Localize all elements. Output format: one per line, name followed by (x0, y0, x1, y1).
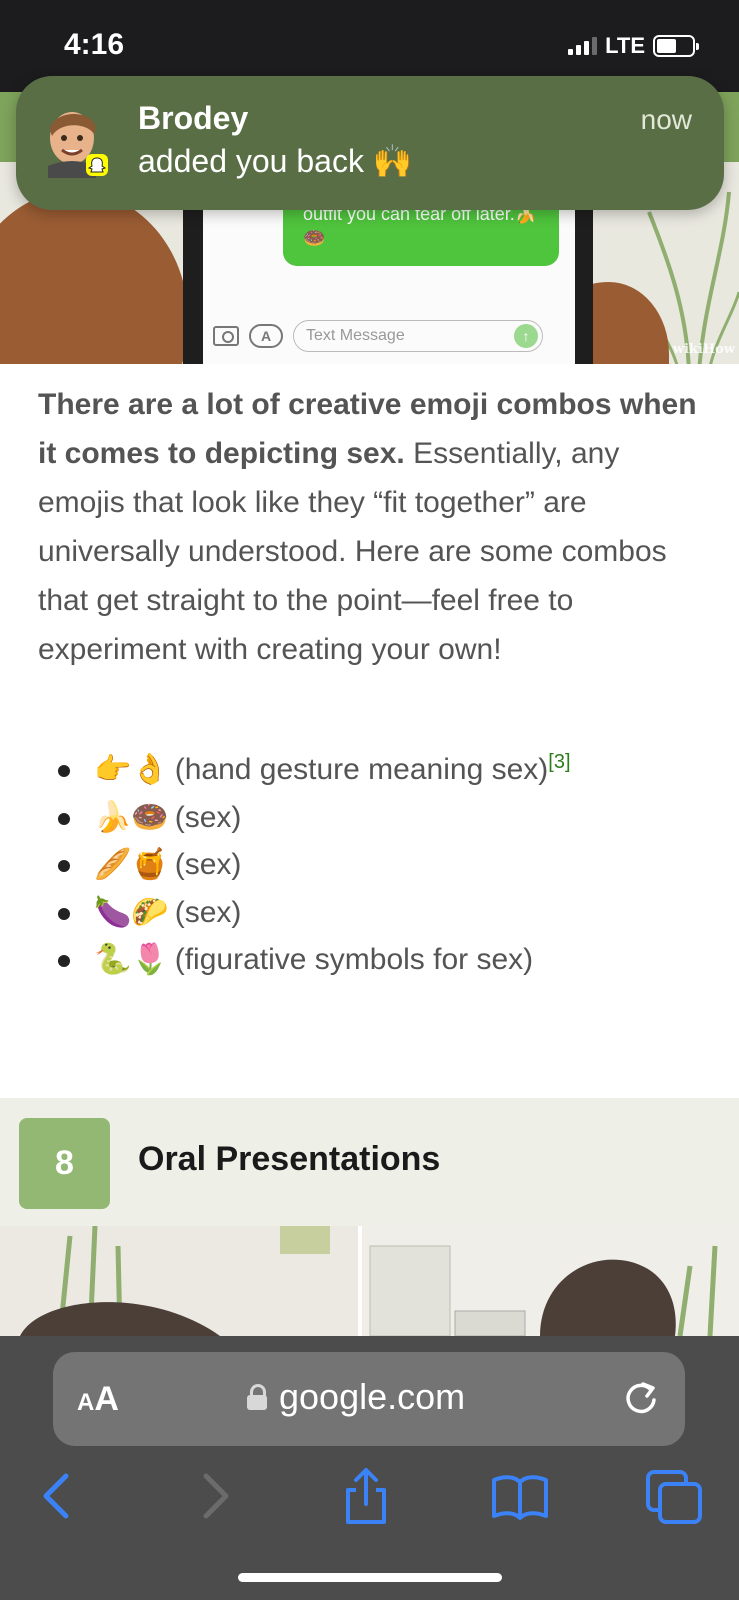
step-illustration (0, 1226, 739, 1336)
text-message-field: Text Message ↑ (293, 320, 543, 352)
step-header: 8 Oral Presentations (0, 1098, 739, 1226)
url-display[interactable]: google.com (247, 1376, 465, 1418)
article-paragraph: There are a lot of creative emoji combos… (38, 380, 708, 674)
emoji-pair: 🍌🍩 (94, 799, 169, 835)
battery-icon (653, 35, 699, 57)
emoji-combo-list: 👉👌 (hand gesture meaning sex)[3] 🍌🍩 (sex) … (38, 746, 708, 984)
citation-link[interactable]: [3] (548, 751, 570, 773)
emoji-pair: 🥖🍯 (94, 847, 169, 882)
safari-toolbar: AA google.com (0, 1336, 739, 1600)
address-bar[interactable]: AA google.com (53, 1352, 685, 1446)
notification-message: added you back 🙌 (138, 143, 413, 179)
article-image-bottom (0, 1226, 739, 1336)
wikihow-watermark: wikiHow (672, 342, 735, 357)
emoji-pair: 🍆🌮 (94, 894, 169, 930)
lock-icon (247, 1384, 267, 1410)
network-type-label: LTE (605, 33, 645, 58)
send-arrow-icon: ↑ (514, 324, 538, 348)
step-title: Oral Presentations (138, 1140, 441, 1178)
notification-sender: Brodey (138, 100, 249, 136)
list-item: 👉👌 (hand gesture meaning sex)[3] (38, 746, 708, 794)
snapchat-notification[interactable]: Brodey now added you back 🙌 (16, 76, 724, 210)
tabs-icon[interactable] (644, 1466, 704, 1526)
url-text: google.com (279, 1376, 466, 1417)
list-item: 🐍🌷 (figurative symbols for sex) (38, 936, 708, 984)
list-item: 🍆🌮 (sex) (38, 889, 708, 937)
home-indicator[interactable] (238, 1573, 502, 1582)
share-icon[interactable] (336, 1466, 396, 1526)
bitmoji-avatar-icon (48, 112, 108, 178)
reload-icon[interactable] (621, 1378, 661, 1418)
article-body-text: Essentially, any emojis that look like t… (38, 437, 667, 666)
emoji-pair: 👉👌 (94, 752, 169, 787)
bottom-toolbar (0, 1466, 739, 1526)
app-store-icon: A (249, 324, 283, 348)
notification-time: now (640, 104, 692, 135)
list-item: 🥖🍯 (sex) (38, 841, 708, 889)
status-time: 4:16 (64, 28, 125, 61)
forward-chevron-icon[interactable] (184, 1466, 244, 1526)
emoji-pair: 🐍🌷 (94, 942, 169, 977)
camera-icon (213, 326, 239, 346)
reader-options-button[interactable]: AA (77, 1380, 119, 1419)
list-item: 🍌🍩 (sex) (38, 794, 708, 842)
cellular-signal-icon (568, 37, 598, 55)
status-indicators: LTE (568, 33, 699, 59)
bookmarks-icon[interactable] (490, 1466, 550, 1526)
step-number-badge: 8 (19, 1118, 110, 1209)
back-chevron-icon[interactable] (28, 1466, 88, 1526)
